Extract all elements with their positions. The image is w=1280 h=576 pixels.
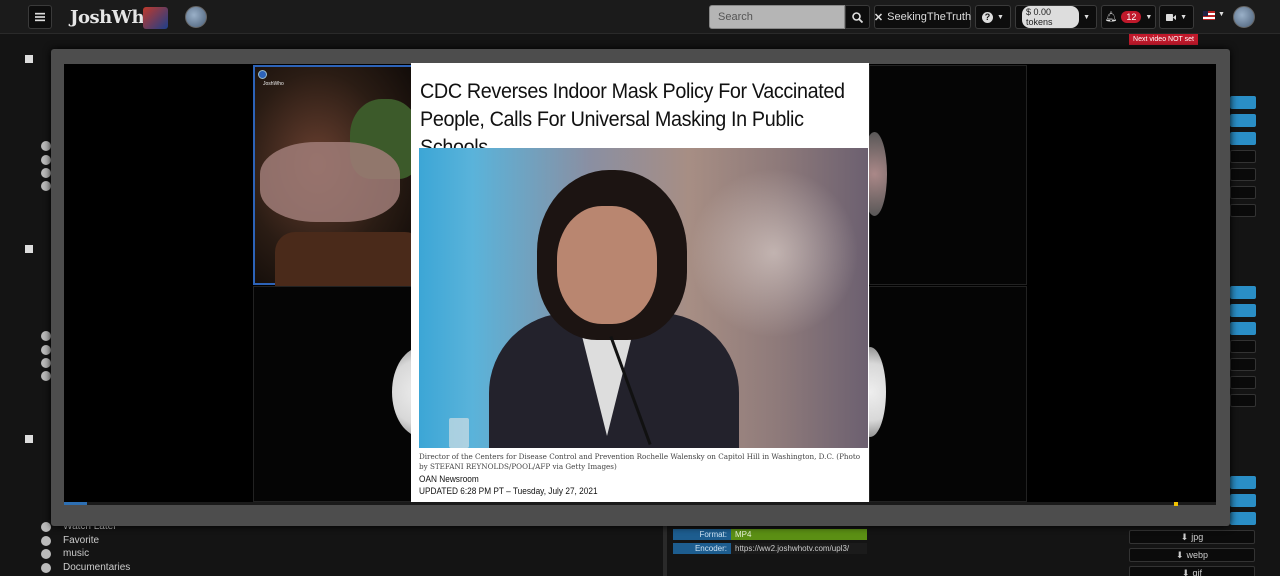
row-checkbox[interactable] — [25, 245, 33, 253]
format-value: MP4 — [731, 529, 867, 540]
video-camera-icon — [1166, 13, 1177, 21]
sidebar-action-button[interactable] — [1230, 512, 1256, 525]
photo-caption: Director of the Centers for Disease Cont… — [419, 452, 861, 471]
logo-badge-icon — [143, 7, 168, 29]
sidebar-action-button[interactable] — [1230, 114, 1256, 127]
notifications-dropdown[interactable]: 🔔︎ 12 ▼ — [1101, 5, 1156, 29]
sidebar-action-button[interactable] — [1230, 168, 1256, 181]
caret-down-icon: ▼ — [1180, 13, 1187, 21]
cam-tile — [869, 65, 1027, 285]
row-checkbox[interactable] — [25, 435, 33, 443]
caret-down-icon: ▼ — [1083, 13, 1090, 21]
cam-tile — [253, 286, 413, 502]
playlist-list: Watch Later Favorite music Documentaries — [40, 520, 130, 574]
radio-dot[interactable] — [41, 345, 51, 355]
bell-icon: 🔔︎ — [1104, 11, 1118, 23]
download-jpg-button[interactable]: ⬇ jpg — [1129, 530, 1255, 544]
encoder-value: https://ww2.joshwhotv.com/upl3/ — [731, 543, 867, 554]
row-checkbox[interactable] — [25, 55, 33, 63]
download-gif-label: gif — [1192, 568, 1203, 576]
format-label: Format: — [673, 529, 731, 540]
download-jpg-label: jpg — [1191, 532, 1204, 542]
format-row: Format: MP4 — [673, 529, 867, 540]
seeking-label: SeekingTheTruth — [887, 11, 972, 23]
progress-marker — [1174, 502, 1178, 506]
sidebar-action-button[interactable] — [1230, 286, 1256, 299]
cam-tile-active: JoshWho — [253, 65, 425, 287]
playlist-item-music[interactable]: music — [40, 547, 130, 561]
headline-line-1: CDC Reverses Indoor Mask Policy For Vacc… — [420, 79, 845, 103]
caret-down-icon: ▼ — [1218, 11, 1225, 18]
news-article-card: CDC Reverses Indoor Mask Policy For Vacc… — [411, 63, 869, 505]
help-dropdown[interactable]: ? ▼ — [975, 5, 1011, 29]
search-input[interactable] — [709, 5, 845, 29]
download-gif-button[interactable]: ⬇ gif — [1129, 566, 1255, 576]
close-icon: ✕ — [873, 11, 884, 24]
cam-label: JoshWho — [263, 81, 284, 87]
video-progress-fill — [64, 502, 88, 505]
channel-globe-icon[interactable] — [185, 6, 207, 28]
live-indicator-icon — [258, 70, 267, 79]
sidebar-action-button[interactable] — [1230, 494, 1256, 507]
cam-tile — [869, 286, 1027, 502]
hamburger-icon — [35, 12, 45, 22]
tokens-label: $ 0.00 tokens — [1022, 6, 1080, 28]
radio-dot[interactable] — [41, 331, 51, 341]
video-progress-bar[interactable] — [64, 502, 1216, 505]
search-button[interactable] — [845, 5, 870, 29]
sidebar-action-button[interactable] — [1230, 476, 1256, 489]
seeking-truth-button[interactable]: ✕ SeekingTheTruth — [874, 5, 971, 29]
download-icon: ⬇ — [1175, 549, 1184, 560]
next-video-notice: Next video NOT set — [1129, 34, 1198, 45]
download-icon: ⬇ — [1181, 567, 1190, 576]
webcam-feed — [255, 67, 425, 287]
question-icon: ? — [982, 11, 994, 23]
radio-dot[interactable] — [41, 155, 51, 165]
top-navbar: JoshWho ✕ SeekingTheTruth ? ▼ $ 0.00 tok… — [0, 0, 1280, 34]
download-webp-label: webp — [1186, 550, 1209, 560]
notification-count-badge: 12 — [1121, 11, 1142, 23]
sidebar-action-button[interactable] — [1230, 304, 1256, 317]
radio-dot[interactable] — [41, 358, 51, 368]
encoder-label: Encoder: — [673, 543, 731, 554]
caret-down-icon: ▼ — [1145, 13, 1153, 21]
language-flag-icon[interactable] — [1203, 11, 1215, 20]
sidebar-action-button[interactable] — [1230, 96, 1256, 109]
radio-dot[interactable] — [41, 181, 51, 191]
sidebar-action-button[interactable] — [1230, 186, 1256, 199]
article-photo — [419, 148, 868, 448]
sidebar-action-button[interactable] — [1230, 150, 1256, 163]
sidebar-action-button[interactable] — [1230, 322, 1256, 335]
sidebar-action-button[interactable] — [1230, 132, 1256, 145]
user-avatar[interactable] — [1233, 6, 1255, 28]
encoder-row: Encoder: https://ww2.joshwhotv.com/upl3/ — [673, 543, 867, 554]
menu-button[interactable] — [28, 5, 52, 29]
playlist-item-favorite[interactable]: Favorite — [40, 534, 130, 548]
tokens-dropdown[interactable]: $ 0.00 tokens ▼ — [1015, 5, 1097, 29]
sidebar-action-button[interactable] — [1230, 204, 1256, 217]
sidebar-action-button[interactable] — [1230, 394, 1256, 407]
radio-dot[interactable] — [41, 168, 51, 178]
download-icon: ⬇ — [1180, 531, 1189, 542]
search-icon — [852, 11, 863, 23]
video-upload-dropdown[interactable]: ▼ — [1159, 5, 1194, 29]
download-webp-button[interactable]: ⬇ webp — [1129, 548, 1255, 562]
caret-down-icon: ▼ — [997, 13, 1004, 21]
playlist-item-documentaries[interactable]: Documentaries — [40, 561, 130, 575]
radio-dot[interactable] — [41, 371, 51, 381]
sidebar-action-button[interactable] — [1230, 340, 1256, 353]
radio-dot[interactable] — [41, 141, 51, 151]
article-source: OAN Newsroom — [419, 474, 479, 484]
sidebar-action-button[interactable] — [1230, 376, 1256, 389]
sidebar-action-button[interactable] — [1230, 358, 1256, 371]
article-updated: UPDATED 6:28 PM PT – Tuesday, July 27, 2… — [419, 486, 598, 496]
